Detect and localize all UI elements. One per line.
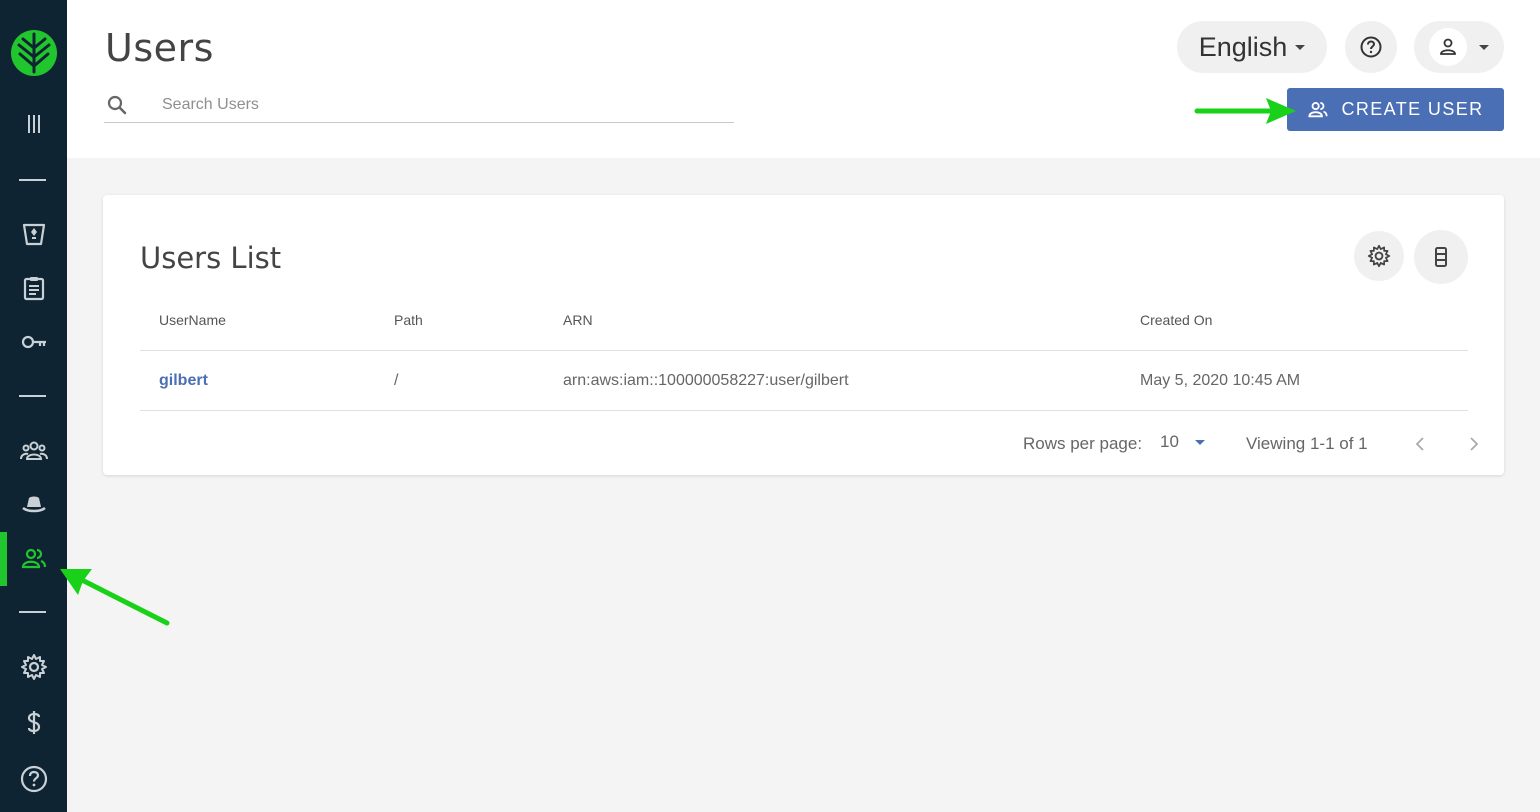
users-icon	[1308, 101, 1328, 117]
column-header[interactable]: Path	[394, 312, 423, 328]
users-table: UserName Path ARN Created On gilbert / a…	[140, 291, 1468, 411]
path-cell: /	[394, 372, 399, 389]
rows-per-page-label: Rows per page:	[1023, 434, 1143, 453]
column-header[interactable]: UserName	[159, 312, 226, 328]
arrow-icon	[60, 569, 170, 626]
search-input[interactable]	[162, 90, 722, 120]
chevron-right-icon	[1470, 437, 1479, 451]
table-header: UserName Path ARN Created On	[140, 291, 1468, 351]
language-select[interactable]: English	[1177, 21, 1327, 73]
column-header[interactable]: ARN	[563, 312, 593, 328]
chevron-left-icon	[1415, 437, 1424, 451]
column-icon	[1435, 247, 1447, 267]
avatar	[1429, 28, 1467, 66]
table-row[interactable]: gilbert / arn:aws:iam::100000058227:user…	[140, 351, 1468, 411]
chevron-down-icon	[1295, 44, 1306, 50]
arn-cell: arn:aws:iam::100000058227:user/gilbert	[563, 372, 849, 389]
bucket-icon[interactable]	[0, 207, 67, 261]
table-settings-button[interactable]	[1354, 231, 1404, 281]
users-list-card: Users List UserName Path ARN Created On …	[103, 195, 1504, 475]
chevron-down-icon	[1479, 44, 1489, 50]
create-user-button[interactable]: CREATE USER	[1287, 88, 1504, 131]
column-header[interactable]: Created On	[1140, 312, 1212, 328]
person-icon	[1440, 38, 1456, 55]
clipboard-icon[interactable]	[0, 261, 67, 315]
sidebar	[0, 0, 67, 812]
key-icon[interactable]	[0, 315, 67, 369]
menu-icon[interactable]	[0, 97, 67, 151]
rows-per-page-select[interactable]: 10	[1160, 432, 1205, 452]
viewing-range: Viewing 1-1 of 1	[1246, 434, 1368, 453]
language-label: English	[1198, 31, 1288, 62]
sidebar-divider	[19, 611, 46, 613]
search-bar	[104, 86, 734, 123]
username-link[interactable]: gilbert	[159, 372, 208, 390]
user-menu-button[interactable]	[1414, 21, 1504, 73]
dollar-icon[interactable]	[0, 696, 67, 750]
column-view-button[interactable]	[1414, 230, 1468, 284]
next-page-button[interactable]	[1464, 432, 1484, 456]
sidebar-divider	[19, 395, 46, 397]
page-header: Users English CREATE USER	[67, 0, 1540, 158]
card-title: Users List	[140, 241, 282, 275]
help-button[interactable]	[1345, 21, 1397, 73]
prev-page-button[interactable]	[1410, 432, 1430, 456]
groups-icon[interactable]	[0, 424, 67, 478]
help-icon	[1360, 36, 1382, 58]
gear-icon	[1367, 244, 1391, 268]
page-title: Users	[105, 26, 214, 70]
rows-per-page-value: 10	[1160, 432, 1179, 451]
hat-icon[interactable]	[0, 477, 67, 531]
help-icon[interactable]	[0, 752, 67, 806]
chevron-down-icon	[1194, 439, 1205, 445]
pagination: Rows per page: 10 Viewing 1-1 of 1	[103, 432, 1504, 456]
users-icon[interactable]	[0, 532, 67, 586]
search-icon	[107, 95, 127, 115]
sidebar-divider	[19, 179, 46, 181]
create-user-label: CREATE USER	[1341, 99, 1484, 119]
logo-icon[interactable]	[9, 28, 59, 78]
created-cell: May 5, 2020 10:45 AM	[1140, 372, 1301, 389]
settings-icon[interactable]	[0, 640, 67, 694]
